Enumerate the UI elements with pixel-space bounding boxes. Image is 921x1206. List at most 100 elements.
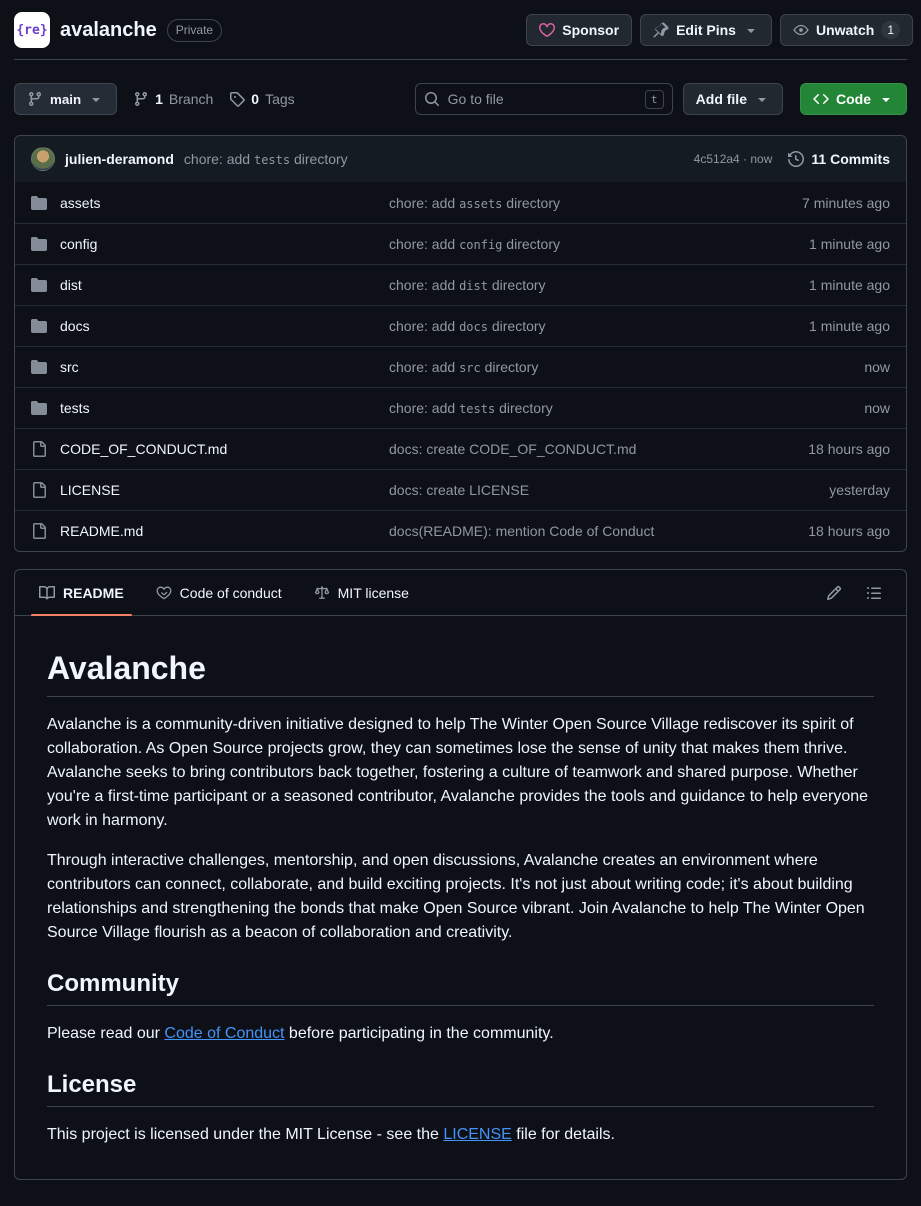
commit-message-code: tests (254, 153, 290, 167)
license-heading: License (47, 1070, 874, 1107)
tab-readme[interactable]: README (23, 570, 140, 615)
file-name-cell[interactable]: dist (31, 277, 389, 293)
file-name-cell[interactable]: assets (31, 195, 389, 211)
folder-icon (31, 400, 47, 416)
community-text: Please read our (47, 1025, 164, 1042)
commit-history-link[interactable]: 11 Commits (788, 151, 890, 167)
row-msg-text: chore: add (389, 277, 459, 293)
commit-time-cell[interactable]: 1 minute ago (809, 277, 890, 293)
commit-time-cell[interactable]: 7 minutes ago (802, 195, 890, 211)
commit-time-cell[interactable]: now (864, 359, 890, 375)
commit-author[interactable]: julien-deramond (65, 151, 174, 167)
table-row[interactable]: src chore: add src directory now (15, 346, 906, 387)
current-branch-label: main (50, 92, 81, 107)
commit-message-cell[interactable]: chore: add dist directory (389, 277, 809, 293)
org-avatar[interactable]: {re} (14, 12, 50, 48)
repo-page: {re} avalanche Private Sponsor Edit Pins… (0, 0, 921, 1180)
license-link[interactable]: LICENSE (443, 1126, 511, 1143)
unwatch-button[interactable]: Unwatch 1 (780, 14, 913, 46)
branches-link[interactable]: 1 Branch (133, 91, 213, 107)
commit-time-cell[interactable]: 1 minute ago (809, 236, 890, 252)
file-name-cell[interactable]: src (31, 359, 389, 375)
file-name-cell[interactable]: CODE_OF_CONDUCT.md (31, 441, 389, 457)
go-to-file-box[interactable]: t (415, 83, 673, 115)
file-name-cell[interactable]: tests (31, 400, 389, 416)
git-branch-icon (27, 91, 43, 107)
file-table: julien-deramond chore: add tests directo… (14, 135, 907, 552)
row-msg-text: docs: create LICENSE (389, 482, 529, 498)
go-to-file-input[interactable] (448, 91, 637, 107)
commit-message[interactable]: chore: add tests directory (184, 151, 348, 167)
commit-time-cell[interactable]: 1 minute ago (809, 318, 890, 334)
commit-message-cell[interactable]: chore: add assets directory (389, 195, 802, 211)
commit-time-cell[interactable]: now (864, 400, 890, 416)
commit-time-cell[interactable]: yesterday (829, 482, 890, 498)
edit-readme-button[interactable] (818, 577, 850, 609)
shortcut-key-hint: t (645, 90, 664, 109)
repo-header: {re} avalanche Private Sponsor Edit Pins… (14, 0, 907, 60)
repo-toolbar: main 1 Branch 0 Tags t Add file (14, 83, 907, 115)
tab-mit-license[interactable]: MIT license (298, 570, 425, 615)
unwatch-label: Unwatch (816, 22, 874, 38)
commit-message-cell[interactable]: docs: create CODE_OF_CONDUCT.md (389, 441, 808, 457)
row-msg-code: src (459, 361, 481, 375)
file-icon (31, 482, 47, 498)
file-name-cell[interactable]: README.md (31, 523, 389, 539)
tag-icon (229, 91, 245, 107)
row-msg-text: docs: create CODE_OF_CONDUCT.md (389, 441, 636, 457)
eye-icon (793, 22, 809, 38)
file-name-cell[interactable]: config (31, 236, 389, 252)
pencil-icon (826, 585, 842, 601)
add-file-button[interactable]: Add file (683, 83, 783, 115)
commit-meta: 4c512a4 · now 11 Commits (694, 151, 890, 167)
community-text: before participating in the community. (284, 1025, 553, 1042)
folder-icon (31, 359, 47, 375)
header-actions: Sponsor Edit Pins Unwatch 1 (526, 14, 913, 46)
table-row[interactable]: assets chore: add assets directory 7 min… (15, 182, 906, 223)
table-row[interactable]: README.md docs(README): mention Code of … (15, 510, 906, 551)
history-icon (788, 151, 804, 167)
tab-code-of-conduct[interactable]: Code of conduct (140, 570, 298, 615)
outline-button[interactable] (858, 577, 890, 609)
code-of-conduct-icon (156, 585, 172, 601)
file-name-cell[interactable]: LICENSE (31, 482, 389, 498)
commit-message-cell[interactable]: chore: add src directory (389, 359, 864, 375)
edit-pins-label: Edit Pins (676, 22, 736, 38)
table-row[interactable]: config chore: add config directory 1 min… (15, 223, 906, 264)
list-unordered-icon (866, 585, 882, 601)
file-name-cell[interactable]: docs (31, 318, 389, 334)
row-msg-text: chore: add (389, 236, 459, 252)
table-row[interactable]: tests chore: add tests directory now (15, 387, 906, 428)
pin-icon (653, 22, 669, 38)
license-text: This project is licensed under the MIT L… (47, 1126, 443, 1143)
table-row[interactable]: LICENSE docs: create LICENSE yesterday (15, 469, 906, 510)
table-row[interactable]: dist chore: add dist directory 1 minute … (15, 264, 906, 305)
table-row[interactable]: CODE_OF_CONDUCT.md docs: create CODE_OF_… (15, 428, 906, 469)
table-row[interactable]: docs chore: add docs directory 1 minute … (15, 305, 906, 346)
commit-time-cell[interactable]: 18 hours ago (808, 441, 890, 457)
file-name: tests (60, 400, 90, 416)
edit-pins-button[interactable]: Edit Pins (640, 14, 772, 46)
file-icon (31, 523, 47, 539)
row-msg-text: chore: add (389, 195, 459, 211)
commit-message-cell[interactable]: docs(README): mention Code of Conduct (389, 523, 808, 539)
commit-message-cell[interactable]: chore: add docs directory (389, 318, 809, 334)
author-avatar[interactable] (31, 147, 55, 171)
chevron-down-icon (754, 91, 770, 107)
code-of-conduct-link[interactable]: Code of Conduct (164, 1025, 284, 1042)
sponsor-label: Sponsor (562, 22, 619, 38)
sponsor-button[interactable]: Sponsor (526, 14, 632, 46)
chevron-down-icon (878, 91, 894, 107)
readme-tab-bar: README Code of conduct MIT license (15, 570, 906, 616)
code-button[interactable]: Code (800, 83, 907, 115)
commit-message-cell[interactable]: chore: add tests directory (389, 400, 864, 416)
commits-count-label: 11 Commits (811, 151, 890, 167)
commit-time-cell[interactable]: 18 hours ago (808, 523, 890, 539)
commit-message-cell[interactable]: docs: create LICENSE (389, 482, 829, 498)
row-msg-text: directory (481, 359, 539, 375)
repo-name[interactable]: avalanche (60, 19, 157, 42)
branch-selector[interactable]: main (14, 83, 117, 115)
commit-message-cell[interactable]: chore: add config directory (389, 236, 809, 252)
commit-sha-time[interactable]: 4c512a4 · now (694, 152, 773, 166)
tags-link[interactable]: 0 Tags (229, 91, 294, 107)
